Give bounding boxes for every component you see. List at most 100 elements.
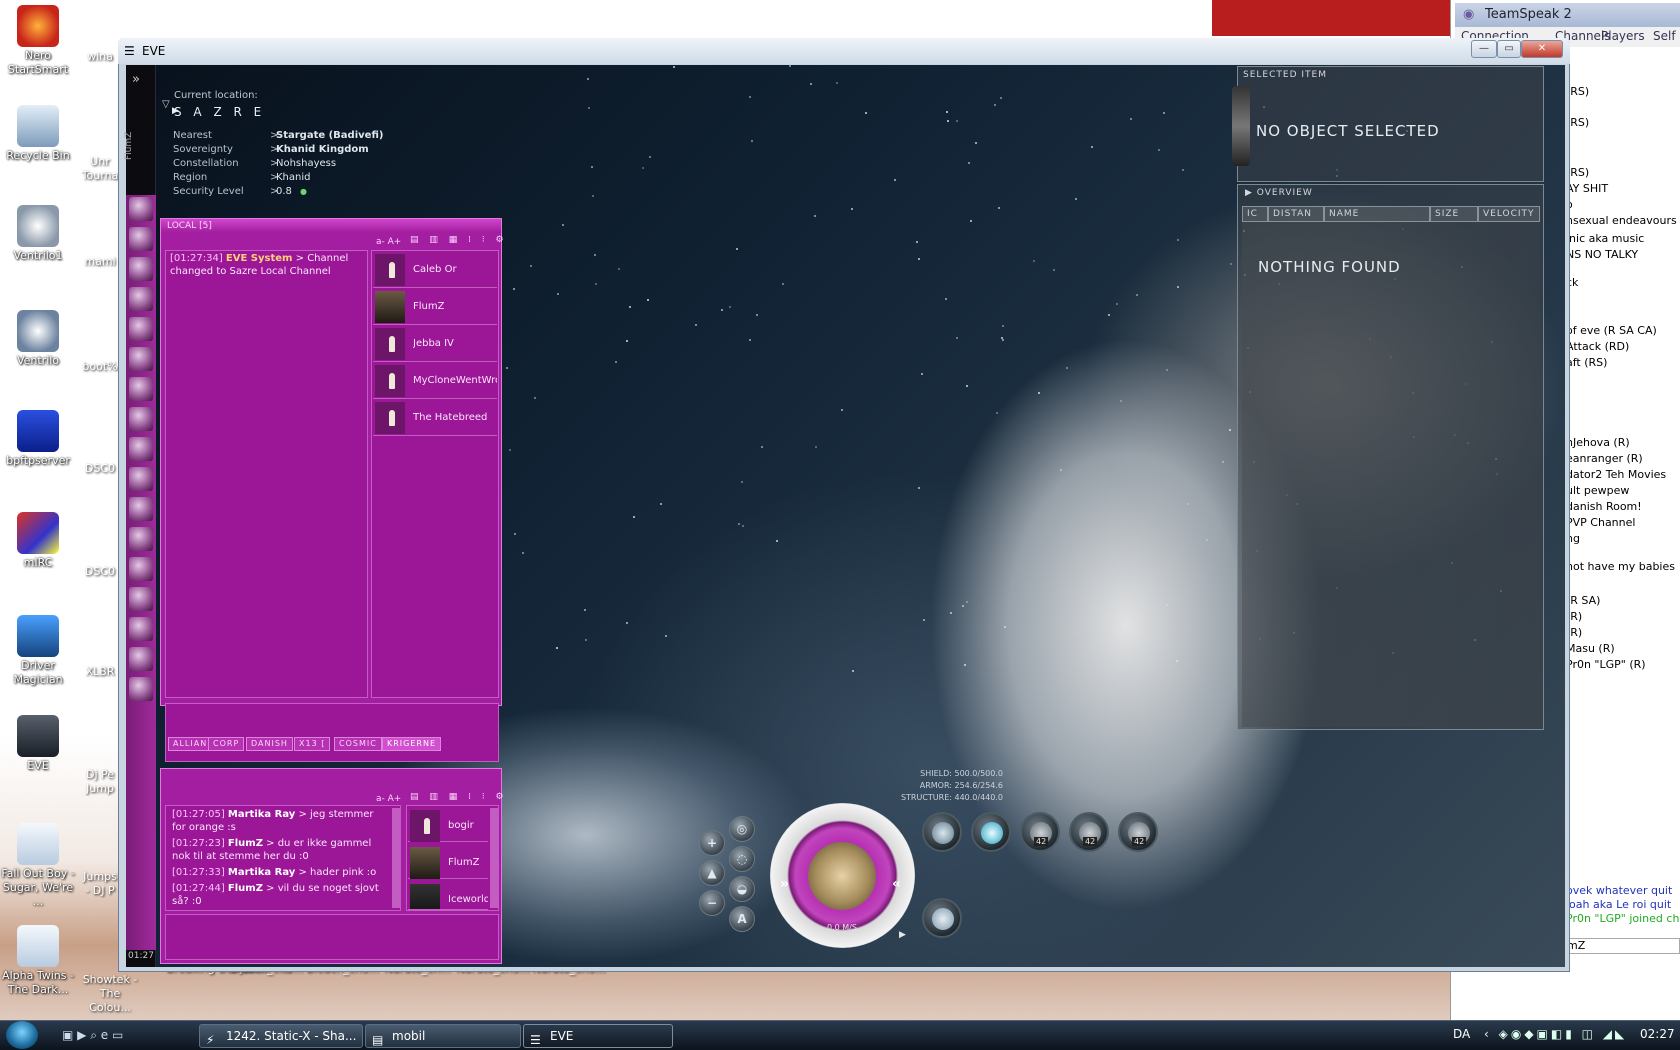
member-item[interactable]: Jebba IV	[373, 326, 497, 362]
search-icon[interactable]: ⌕	[90, 1028, 97, 1042]
character-sheet-icon[interactable]	[129, 197, 153, 221]
start-button[interactable]	[6, 1021, 38, 1049]
teamspeak-channel-item[interactable]: inic aka music	[1566, 232, 1644, 245]
chat-toolbar-icons[interactable]: ▤ ▥ ▦ ⁞ ⁝ ⚙	[410, 792, 508, 802]
column-size[interactable]: SIZE	[1430, 206, 1478, 222]
teamspeak-titlebar[interactable]: ◉ TeamSpeak 2	[1455, 3, 1680, 27]
teamspeak-channel-item[interactable]: ult pewpew	[1566, 484, 1629, 497]
play-icon[interactable]: ▶	[899, 930, 906, 940]
teamspeak-channel-item[interactable]: eanranger (R)	[1566, 452, 1643, 465]
corp-chat-input[interactable]	[165, 914, 499, 960]
menu-icon[interactable]: ☰	[124, 44, 135, 58]
desktop-icon-dsc2[interactable]: DSC0	[80, 565, 120, 579]
collapse-icon[interactable]: ▽	[162, 99, 170, 110]
desktop-icon-eve[interactable]: EVE	[0, 715, 76, 773]
desktop-icon-showtek[interactable]: Showtek - The Colou...	[80, 973, 140, 1015]
teamspeak-channel-item[interactable]: nJehova (R)	[1566, 436, 1630, 449]
local-chat-title[interactable]: LOCAL [5]	[161, 219, 501, 233]
teamspeak-channel-item[interactable]: PVP Channel	[1566, 516, 1635, 529]
module-slot-2[interactable]	[971, 812, 1011, 852]
teamspeak-channel-item[interactable]: Masu (R)	[1566, 642, 1615, 655]
location-nearest[interactable]: Stargate (Badivefi)	[276, 130, 383, 141]
tab-danish[interactable]: DANISH	[246, 737, 293, 751]
system-tray-icons[interactable]: ‹ ◈◉◆▣◧▮ ◫ ◢◣	[1484, 1027, 1627, 1041]
channels-icon[interactable]	[129, 317, 153, 341]
contracts-icon[interactable]	[129, 587, 153, 611]
desktop-icon-jumps[interactable]: Jumps - DJ P	[80, 870, 120, 898]
module-slot-6[interactable]	[922, 898, 962, 938]
selected-item-header[interactable]: SELECTED ITEM	[1243, 70, 1327, 80]
location-constellation[interactable]: Nohshayess	[276, 158, 336, 169]
teamspeak-channel-item[interactable]: aft (RS)	[1566, 356, 1607, 369]
market-icon[interactable]	[129, 557, 153, 581]
column-distance[interactable]: DISTAN	[1268, 206, 1324, 222]
help-icon[interactable]	[129, 497, 153, 521]
show-desktop-icon[interactable]: ▣	[62, 1028, 73, 1042]
desktop-icon-bpftpserver[interactable]: bpftpserver	[0, 410, 76, 468]
teamspeak-channel-item[interactable]: AY SHIT	[1566, 182, 1608, 195]
local-chat-messages[interactable]	[165, 250, 368, 698]
desktop-icon-driver-magician[interactable]: Driver Magician	[0, 615, 76, 687]
task-winamp[interactable]: ⚡ 1242. Static-X - Sha...	[199, 1024, 363, 1048]
teamspeak-channel-item[interactable]: Attack (RD)	[1566, 340, 1629, 353]
desktop-icon-winamp[interactable]: wina	[80, 50, 120, 64]
notepad-icon[interactable]	[129, 287, 153, 311]
headset-icon[interactable]	[129, 617, 153, 641]
message-sender[interactable]: EVE System	[226, 253, 293, 264]
member-scrollbar[interactable]	[490, 808, 498, 908]
speed-up-icon[interactable]: »	[780, 876, 789, 892]
message-sender[interactable]: Martika Ray	[228, 867, 295, 878]
desktop-icon-ventrilo1[interactable]: Ventrilo1	[0, 205, 76, 263]
member-item[interactable]: bogir	[408, 808, 488, 842]
corporation-icon[interactable]	[129, 407, 153, 431]
module-slot-5[interactable]: 42	[1118, 812, 1158, 852]
desktop-icon-recycle-bin[interactable]: Recycle Bin	[0, 105, 76, 163]
fitting-icon[interactable]	[129, 527, 153, 551]
map-icon[interactable]	[129, 377, 153, 401]
overview-header[interactable]: ▶ OVERVIEW	[1245, 188, 1313, 198]
minimize-button[interactable]: —	[1471, 40, 1497, 58]
teamspeak-channel-item[interactable]: danish Room!	[1566, 500, 1642, 513]
close-button[interactable]: ✕	[1521, 40, 1563, 58]
cargo-icon[interactable]: ◒	[729, 876, 755, 902]
desktop-icon-unreal[interactable]: Unr Tourna	[80, 155, 120, 183]
module-slot-3[interactable]: 42	[1020, 812, 1060, 852]
desktop-icon-dsc1[interactable]: DSC0	[80, 462, 120, 476]
desktop-icon-nero[interactable]: Nero StartSmart	[0, 5, 76, 77]
portrait-icon[interactable]	[129, 647, 153, 671]
system-clock[interactable]: 02:27	[1640, 1027, 1675, 1041]
desktop-icon-boot[interactable]: boot%	[80, 360, 120, 374]
tab-cosmic[interactable]: COSMIC	[334, 737, 382, 751]
font-size-controls[interactable]: a- A+	[376, 237, 401, 247]
eve-titlebar[interactable]	[118, 38, 1570, 64]
neocom-expand-icon[interactable]: »	[132, 72, 140, 87]
member-item[interactable]: Caleb Or	[373, 252, 497, 288]
teamspeak-channel-item[interactable]: dator2 Teh Movies	[1566, 468, 1666, 481]
module-slot-1[interactable]	[922, 812, 962, 852]
desktop-icon-dj-jump[interactable]: Dj Pe Jump	[80, 768, 120, 796]
message-sender[interactable]: Martika Ray	[228, 809, 295, 820]
member-item[interactable]: Iceworld	[408, 882, 488, 910]
teamspeak-channel-item[interactable]: NS NO TALKY	[1566, 248, 1638, 261]
chat-scrollbar[interactable]	[392, 808, 400, 908]
overview-list[interactable]	[1242, 222, 1540, 727]
assets-icon[interactable]	[129, 437, 153, 461]
tab-krigerne[interactable]: KRIGERNE	[382, 737, 442, 751]
maximize-button[interactable]: ▭	[1497, 40, 1521, 58]
teamspeak-channel-item[interactable]: of eve (R SA CA)	[1566, 324, 1657, 337]
teamspeak-channel-item[interactable]: Pr0n "LGP" (R)	[1566, 658, 1646, 671]
location-sovereignty[interactable]: Khanid Kingdom	[276, 144, 369, 155]
task-mobil[interactable]: ▤ mobil	[365, 1024, 521, 1048]
teamspeak-channel-item[interactable]: (R SA)	[1566, 594, 1600, 607]
local-chat-input[interactable]	[165, 703, 499, 762]
module-slot-4[interactable]: 42	[1069, 812, 1109, 852]
member-item[interactable]: The Hatebreed	[373, 400, 497, 436]
wallet-icon[interactable]	[129, 467, 153, 491]
teamspeak-channel-item[interactable]: not have my babies	[1566, 560, 1675, 573]
browser-icon[interactable]: e	[101, 1028, 108, 1042]
teamspeak-chat-input[interactable]: mZ	[1562, 938, 1680, 954]
column-name[interactable]: NAME	[1324, 206, 1430, 222]
zoom-out-icon[interactable]: −	[699, 890, 725, 916]
ship-hangar-icon[interactable]: ▲	[699, 860, 725, 886]
chat-toolbar-icons[interactable]: ▤ ▥ ▦ ⁞ ⁝ ⚙	[410, 235, 508, 245]
